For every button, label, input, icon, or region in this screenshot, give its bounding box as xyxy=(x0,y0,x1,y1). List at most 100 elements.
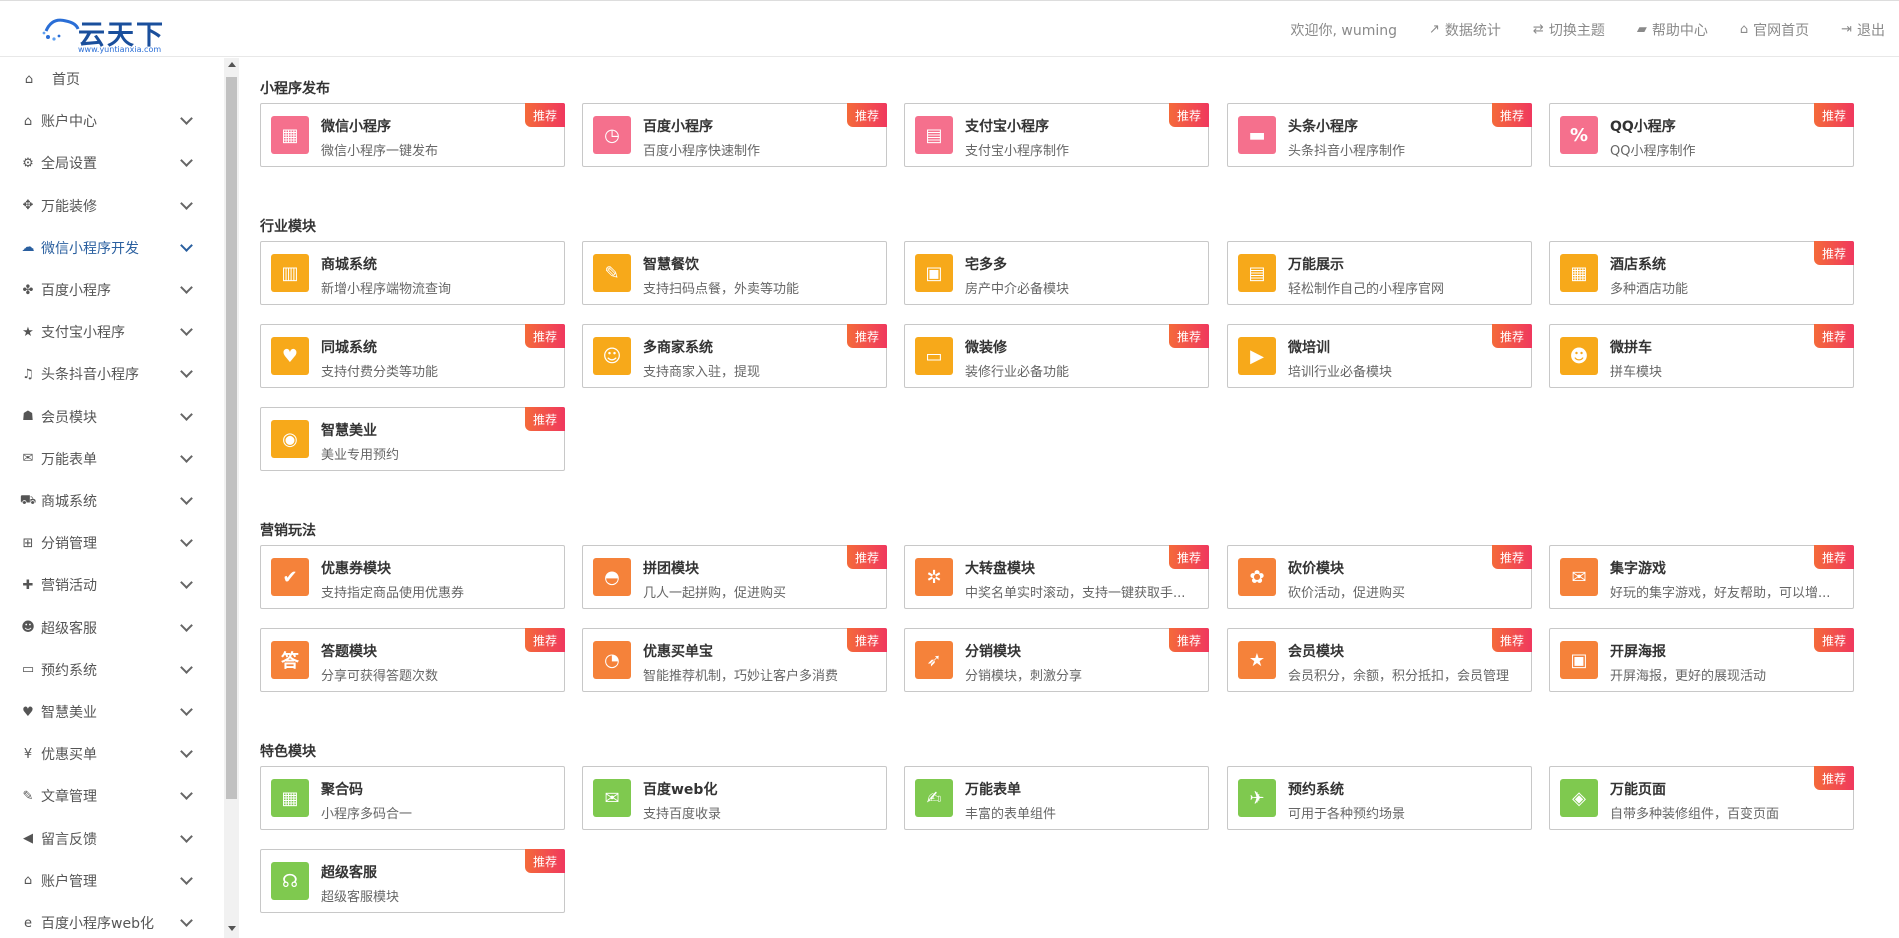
topnav-link[interactable]: ▰ 帮助中心 xyxy=(1637,20,1708,40)
section-title: 特色模块 xyxy=(260,744,316,760)
module-title: 百度web化 xyxy=(643,782,718,798)
sidebar-item[interactable]: ✥ 万能装修 xyxy=(0,185,224,227)
scroll-down-arrow-icon[interactable] xyxy=(228,926,236,931)
module-card[interactable]: ▤ 支付宝小程序 支付宝小程序制作 推荐 xyxy=(904,103,1209,167)
module-card[interactable]: ▣ 宅多多 房产中介必备模块 xyxy=(904,241,1209,305)
module-card[interactable]: ✲ 大转盘模块 中奖名单实时滚动，支持一键获取手... 推荐 xyxy=(904,545,1209,609)
chevron-down-icon xyxy=(180,196,193,210)
sidebar-item[interactable]: ⌂ 账户中心 xyxy=(0,100,224,142)
sidebar-item[interactable]: ♥ 智慧美业 xyxy=(0,691,224,733)
module-desc: 支持商家入驻，提现 xyxy=(643,365,761,380)
sidebar-item[interactable]: ¥ 优惠买单 xyxy=(0,733,224,775)
volume-icon: ◀ xyxy=(23,831,33,847)
module-title: 会员模块 xyxy=(1288,644,1344,660)
module-card[interactable]: ◷ 百度小程序 百度小程序快速制作 推荐 xyxy=(582,103,887,167)
module-card[interactable]: ♥ 同城系统 支持付费分类等功能 推荐 xyxy=(260,324,565,388)
module-card[interactable]: ▬ 头条小程序 头条抖音小程序制作 推荐 xyxy=(1227,103,1532,167)
module-card[interactable]: ✉ 百度web化 支持百度收录 xyxy=(582,766,887,830)
sidebar-item[interactable]: ✉ 万能表单 xyxy=(0,438,224,480)
sidebar-item[interactable]: ⛟ 商城系统 xyxy=(0,480,224,522)
sidebar-item[interactable]: ⌂ 首页 xyxy=(0,58,224,100)
module-desc: 几人一起拼购，促进购买 xyxy=(643,586,787,601)
topnav-link[interactable]: ⇄ 切换主题 xyxy=(1533,20,1605,40)
module-desc: 支持百度收录 xyxy=(643,807,722,822)
sidebar-scrollbar[interactable] xyxy=(224,58,239,938)
sidebar-item[interactable]: ♫ 头条抖音小程序 xyxy=(0,353,224,395)
recommend-badge: 推荐 xyxy=(1814,766,1854,790)
sidebar-item[interactable]: ✚ 营销活动 xyxy=(0,564,224,606)
module-card[interactable]: ▣ 开屏海报 开屏海报，更好的展现活动 推荐 xyxy=(1549,628,1854,692)
chevron-down-icon xyxy=(180,492,193,505)
sidebar-item-label: 全局设置 xyxy=(41,156,97,173)
module-card[interactable]: ✿ 砍价模块 砍价活动，促进购买 推荐 xyxy=(1227,545,1532,609)
module-card[interactable]: ✉ 集字游戏 好玩的集字游戏，好友帮助，可以增... 推荐 xyxy=(1549,545,1854,609)
sidebar-item[interactable]: ★ 支付宝小程序 xyxy=(0,311,224,353)
module-title: 聚合码 xyxy=(321,782,363,798)
sidebar-item[interactable]: ☗ 会员模块 xyxy=(0,396,224,438)
move-icon: ✥ xyxy=(22,198,34,214)
sidebar-item[interactable]: e 百度小程序web化 xyxy=(0,902,224,938)
module-card[interactable]: ✔ 优惠券模块 支持指定商品使用优惠券 xyxy=(260,545,565,609)
sidebar-item[interactable]: ⊞ 分销管理 xyxy=(0,522,224,564)
module-title: 头条小程序 xyxy=(1288,119,1358,135)
brand-logo[interactable]: 云天下 www.yuntianxia.com xyxy=(42,13,192,54)
topnav-link[interactable]: ⇥ 退出 xyxy=(1841,20,1885,40)
scroll-up-arrow-icon[interactable] xyxy=(228,62,236,67)
module-card[interactable]: ▦ 酒店系统 多种酒店功能 推荐 xyxy=(1549,241,1854,305)
sidebar-item[interactable]: ◀ 留言反馈 xyxy=(0,818,224,860)
module-card[interactable]: ☺ 多商家系统 支持商家入驻，提现 推荐 xyxy=(582,324,887,388)
sidebar-menu: ⌂ 首页 ⌂ 账户中心 ⚙ 全局设置 ✥ 万能装修 ☁ 微信小程序开发 ✤ 百度小程序 ★ 支付宝小程序 ♫… xyxy=(0,58,224,938)
module-card[interactable]: ◓ 拼团模块 几人一起拼购，促进购买 推荐 xyxy=(582,545,887,609)
module-card[interactable]: ▶ 微培训 培训行业必备模块 推荐 xyxy=(1227,324,1532,388)
module-card[interactable]: ◔ 优惠买单宝 智能推荐机制，巧妙让客户多消费 推荐 xyxy=(582,628,887,692)
sidebar-item[interactable]: ☁ 微信小程序开发 xyxy=(0,227,224,269)
module-card[interactable]: ▦ 微信小程序 微信小程序一键发布 推荐 xyxy=(260,103,565,167)
module-card[interactable]: ➶ 分销模块 分销模块，刺激分享 推荐 xyxy=(904,628,1209,692)
module-card[interactable]: ▦ 聚合码 小程序多码合一 xyxy=(260,766,565,830)
module-card[interactable]: ☻ 微拼车 拼车模块 推荐 xyxy=(1549,324,1854,388)
topnav-label: 官网首页 xyxy=(1753,22,1810,39)
module-card[interactable]: ◈ 万能页面 自带多种装修组件，百变页面 推荐 xyxy=(1549,766,1854,830)
module-card[interactable]: ▭ 微装修 装修行业必备功能 推荐 xyxy=(904,324,1209,388)
module-card[interactable]: ✎ 智慧餐饮 支持扫码点餐，外卖等功能 xyxy=(582,241,887,305)
sidebar-item[interactable]: ✤ 百度小程序 xyxy=(0,269,224,311)
module-title: 微信小程序 xyxy=(321,119,391,135)
module-desc: 轻松制作自己的小程序官网 xyxy=(1288,282,1445,297)
topnav-label: 切换主题 xyxy=(1548,22,1605,39)
module-card[interactable]: 答答题模块 分享可获得答题次数 推荐 xyxy=(260,628,565,692)
module-card[interactable]: ✈ 预约系统 可用于各种预约场景 xyxy=(1227,766,1532,830)
book-icon: ▰ xyxy=(1636,22,1647,37)
module-card[interactable]: ◉ 智慧美业 美业专用预约 推荐 xyxy=(260,407,565,471)
module-title: 开屏海报 xyxy=(1610,644,1666,660)
module-icon: ▦ xyxy=(1560,254,1598,292)
module-icon: ➶ xyxy=(915,641,953,679)
module-card[interactable]: ★ 会员模块 会员积分，余额，积分抵扣，会员管理 推荐 xyxy=(1227,628,1532,692)
sidebar-item-label: 首页 xyxy=(52,72,80,88)
sidebar-item[interactable]: ⚙ 全局设置 xyxy=(0,142,224,184)
sidebar-item[interactable]: ⌂ 账户管理 xyxy=(0,860,224,902)
module-desc: 分享可获得答题次数 xyxy=(321,669,439,684)
sidebar-item[interactable]: ✎ 文章管理 xyxy=(0,775,224,817)
module-card[interactable]: % QQ小程序 QQ小程序制作 推荐 xyxy=(1549,103,1854,167)
module-icon: ▬ xyxy=(1238,116,1276,154)
module-desc: 分销模块，刺激分享 xyxy=(965,669,1083,684)
module-card[interactable]: ▥ 商城系统 新增小程序端物流查询 xyxy=(260,241,565,305)
gift-icon: ✚ xyxy=(22,577,34,593)
chevron-down-icon xyxy=(180,281,193,294)
topnav-link[interactable]: ⌂ 官网首页 xyxy=(1740,20,1809,40)
module-title: 微培训 xyxy=(1288,340,1330,356)
scroll-thumb[interactable] xyxy=(226,77,237,799)
logo-url: www.yuntianxia.com xyxy=(78,45,162,54)
switch-icon: ⇄ xyxy=(1532,22,1544,37)
sidebar-item[interactable]: ☻ 超级客服 xyxy=(0,607,224,649)
module-desc: 中奖名单实时滚动，支持一键获取手... xyxy=(965,586,1186,601)
topnav-link[interactable]: ↗ 数据统计 xyxy=(1429,20,1501,40)
sidebar-item-label: 文章管理 xyxy=(41,789,97,806)
sidebar-item[interactable]: ▭ 预约系统 xyxy=(0,649,224,691)
sidebar-item-label: 支付宝小程序 xyxy=(41,325,125,342)
module-icon: ◔ xyxy=(593,641,631,679)
module-card[interactable]: ☊ 超级客服 超级客服模块 推荐 xyxy=(260,849,565,913)
module-card[interactable]: ✍ 万能表单 丰富的表单组件 xyxy=(904,766,1209,830)
module-icon: % xyxy=(1560,116,1598,154)
module-card[interactable]: ▤ 万能展示 轻松制作自己的小程序官网 xyxy=(1227,241,1532,305)
